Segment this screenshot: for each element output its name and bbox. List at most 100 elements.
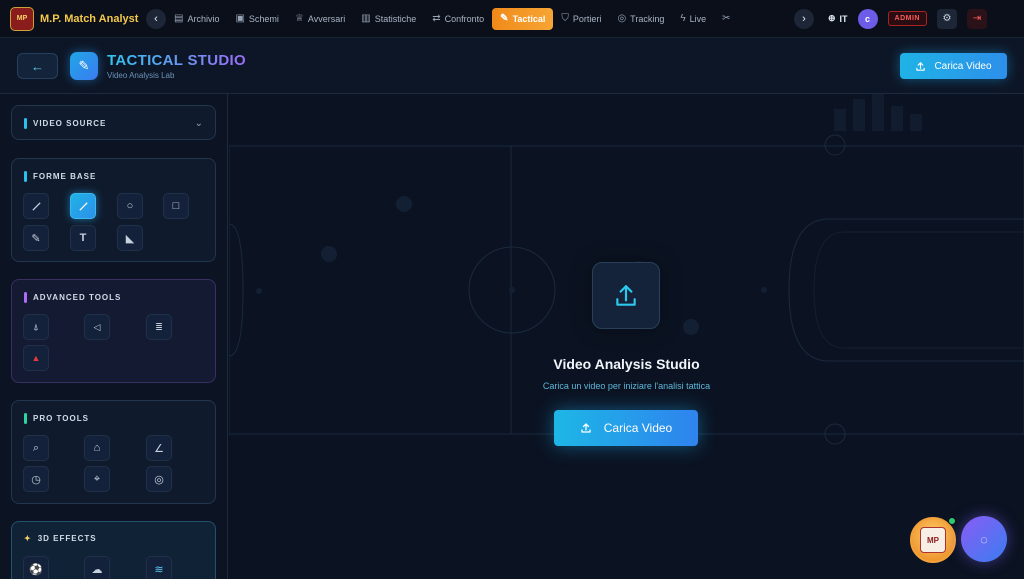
rectangle-tool-icon[interactable]: □ — [163, 193, 189, 219]
nav-items: ▤ Archivio ▣ Schemi ♕ Avversari ▥ Statistich… — [166, 0, 794, 38]
upload-label: Carica Video — [603, 421, 673, 435]
back-button[interactable]: ← — [17, 53, 58, 79]
online-status-dot — [948, 517, 956, 525]
settings-button[interactable]: ⚙ — [937, 8, 957, 29]
pass-tool-icon[interactable]: ◁ — [84, 314, 110, 340]
user-tools: ⊕ IT c ADMIN ⚙ ⇥ — [828, 8, 987, 29]
board-icon: ▣ — [235, 13, 245, 24]
nav-item-tracking[interactable]: ◎ Tracking — [609, 8, 672, 30]
nav-item-statistiche[interactable]: ▥ Statistiche — [353, 8, 424, 30]
marker-tool-icon[interactable]: ⌖ — [84, 466, 110, 492]
panel-title: FORME BASE — [24, 171, 96, 182]
nav-item-label: Avversari — [307, 13, 346, 24]
text-tool-icon[interactable]: T — [70, 225, 96, 251]
pitch-background — [229, 94, 1024, 445]
studio-pencil-icon: ✎ — [70, 52, 98, 80]
player-tool-icon[interactable]: ⍋ — [23, 314, 49, 340]
nav-item-label: Portieri — [572, 13, 602, 24]
upload-icon — [916, 61, 926, 71]
forme-base-title: FORME BASE — [33, 172, 97, 181]
language-label: IT — [839, 13, 848, 24]
upload-icon — [616, 284, 636, 306]
video-source-title: VIDEO SOURCE — [33, 119, 107, 128]
page-header: ← ✎ TACTICAL STUDIO Video Analysis Lab C… — [0, 38, 1024, 94]
nav-item-confronto[interactable]: ⇄ Confronto — [424, 8, 492, 30]
chat-button[interactable]: ◌ — [961, 516, 1007, 562]
nav-item-tools[interactable]: ✂ — [714, 8, 738, 30]
sparkle-icon: ✦ — [24, 534, 32, 543]
archive-icon: ▤ — [174, 13, 184, 24]
brand[interactable]: MP M.P. Match Analyst — [0, 6, 146, 31]
upload-label: Carica Video — [934, 60, 992, 72]
target-icon: ◎ — [617, 13, 627, 24]
chat-bubble-icon: ◌ — [980, 531, 988, 547]
formation-tool-icon[interactable]: ≣ — [146, 314, 172, 340]
smoke-effect-icon[interactable]: ☁ — [84, 556, 110, 579]
nav-item-portieri[interactable]: ⛉ Portieri — [553, 8, 609, 30]
nav-item-label: Tracking — [630, 13, 665, 24]
page-subtitle: Video Analysis Lab — [107, 71, 175, 80]
ball-effect-icon[interactable]: ⚽ — [23, 556, 49, 579]
top-navigation: MP M.P. Match Analyst ‹ ▤ Archivio ▣ Schem… — [0, 0, 1024, 38]
shield-icon: ⛉ — [561, 13, 569, 24]
nav-scroll-right-button[interactable]: › — [794, 8, 814, 29]
3d-effects-panel: ✦ 3D EFFECTS ⚽ ☁ ≋ — [11, 521, 216, 579]
angle-tool-icon[interactable]: ∠ — [146, 435, 172, 461]
pro-tools-title: PRO TOOLS — [33, 414, 89, 423]
upload-video-button[interactable]: Carica Video — [554, 410, 698, 446]
gear-icon: ⚙ — [942, 13, 952, 24]
admin-badge: ADMIN — [887, 11, 927, 26]
user-avatar[interactable]: c — [857, 8, 878, 29]
nav-item-label: Live — [689, 13, 707, 24]
nav-item-label: Tactical — [512, 13, 546, 24]
3d-effects-title: 3D EFFECTS — [37, 534, 97, 543]
nav-item-schemi[interactable]: ▣ Schemi — [227, 8, 286, 30]
globe-icon: ⊕ — [828, 13, 836, 23]
nav-item-label: Schemi — [248, 13, 279, 24]
forme-base-panel: FORME BASE ○ □ ✎ T ◣ — [11, 158, 216, 262]
trophy-icon: ♕ — [294, 13, 304, 24]
zone-tool-icon[interactable]: ◣ — [117, 225, 143, 251]
panel-title: PRO TOOLS — [24, 413, 89, 424]
line-tool-icon[interactable] — [23, 193, 49, 219]
upload-icon — [581, 423, 591, 433]
stage-subtitle: Carica un video per iniziare l'analisi t… — [542, 381, 711, 391]
edit-icon: ✎ — [500, 13, 509, 24]
spotlight-tool-icon[interactable]: ⌂ — [84, 435, 110, 461]
chevron-down-icon: ⌄ — [194, 118, 203, 129]
logout-icon: ⇥ — [972, 13, 982, 24]
circle-tool-icon[interactable]: ○ — [117, 193, 143, 219]
video-stage: Video Analysis Studio Carica un video pe… — [229, 94, 1024, 579]
nav-item-live[interactable]: ϟ Live — [672, 8, 714, 30]
tools-sidebar: VIDEO SOURCE ⌄ FORME BASE ○ □ ✎ T ◣ ADVA… — [0, 94, 228, 579]
advanced-tools-title: ADVANCED TOOLS — [33, 293, 122, 302]
panel-title: ✦ 3D EFFECTS — [24, 534, 97, 543]
language-selector[interactable]: ⊕ IT — [828, 13, 848, 24]
nav-item-archivio[interactable]: ▤ Archivio — [166, 8, 227, 30]
upload-video-header-button[interactable]: Carica Video — [900, 53, 1007, 79]
nav-item-tactical[interactable]: ✎ Tactical — [492, 7, 554, 30]
arrow-tool-icon[interactable] — [70, 193, 96, 219]
arrow-left-icon: ← — [31, 58, 44, 74]
brand-logo: MP — [10, 6, 34, 31]
zoom-tool-icon[interactable]: ⌕ — [23, 435, 49, 461]
cone-tool-icon[interactable]: ▲ — [23, 345, 49, 371]
nav-item-label: Archivio — [187, 13, 220, 24]
upload-dropzone[interactable] — [592, 262, 660, 329]
scissors-icon: ✂ — [722, 13, 731, 24]
timer-tool-icon[interactable]: ◷ — [23, 466, 49, 492]
nav-item-label: Statistiche — [374, 13, 417, 24]
wave-effect-icon[interactable]: ≋ — [146, 556, 172, 579]
advanced-tools-panel: ADVANCED TOOLS ⍋ ◁ ≣ ▲ — [11, 279, 216, 383]
nav-scroll-left-button[interactable]: ‹ — [146, 8, 166, 29]
radar-tool-icon[interactable]: ◎ — [146, 466, 172, 492]
nav-item-avversari[interactable]: ♕ Avversari — [287, 8, 353, 30]
video-source-panel[interactable]: VIDEO SOURCE ⌄ — [11, 105, 216, 140]
pencil-tool-icon[interactable]: ✎ — [23, 225, 49, 251]
nav-item-label: Confronto — [444, 13, 485, 24]
lightning-icon: ϟ — [680, 13, 686, 24]
panel-title: ADVANCED TOOLS — [24, 292, 121, 303]
assistant-avatar-image: MP — [920, 527, 946, 553]
pro-tools-panel: PRO TOOLS ⌕ ⌂ ∠ ◷ ⌖ ◎ — [11, 400, 216, 504]
logout-button[interactable]: ⇥ — [967, 8, 987, 29]
